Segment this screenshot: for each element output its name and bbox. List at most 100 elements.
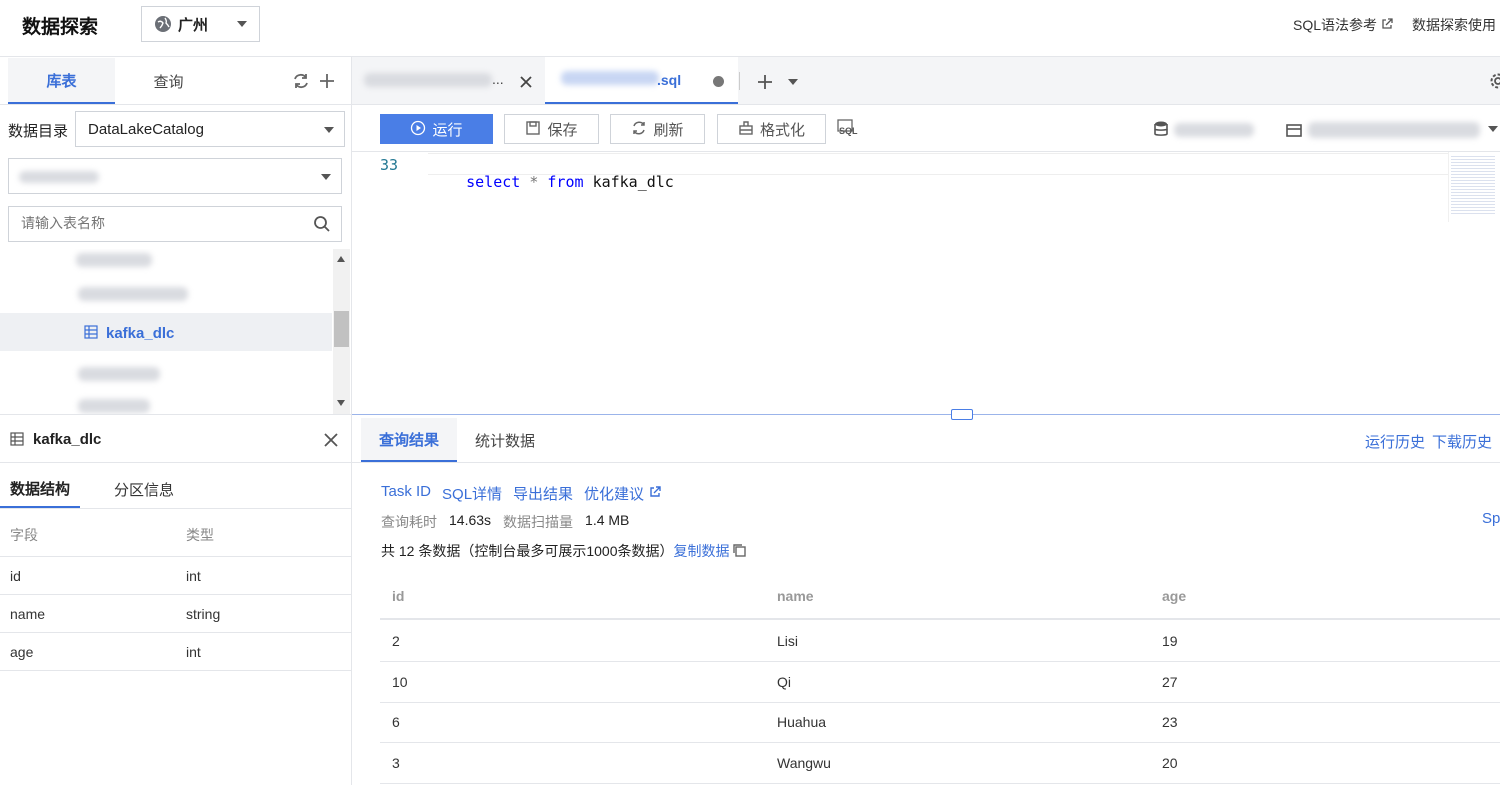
schema-row: id int (0, 557, 351, 595)
engine-name-redacted[interactable] (1308, 122, 1480, 138)
chevron-down-icon (237, 21, 247, 27)
tab-tables-label: 库表 (46, 72, 77, 90)
scroll-down-icon[interactable] (337, 400, 345, 406)
chevron-down-icon[interactable] (1488, 126, 1498, 132)
refresh-button[interactable]: 刷新 (610, 114, 705, 144)
summary-text: 共 12 条数据（控制台最多可展示1000条数据） (381, 543, 674, 559)
code-line: select * from kafka_dlc (430, 155, 674, 209)
tab-name-suffix: .sql (657, 72, 682, 88)
field-type: string (186, 606, 221, 622)
region-selector[interactable]: 广州 (141, 6, 260, 42)
sidebar-tabs-divider (0, 104, 351, 105)
schema-row-divider (0, 670, 351, 671)
table-header-row: id name age (380, 573, 1500, 620)
code-table-name: kafka_dlc (592, 173, 674, 191)
tab-partition[interactable]: 分区信息 (104, 470, 184, 508)
table-cell: 20 (1162, 755, 1178, 771)
table-cell: Wangwu (777, 755, 831, 771)
tab-separator (739, 72, 740, 90)
tab-results-label: 查询结果 (378, 431, 439, 449)
unsaved-dot-icon[interactable] (713, 76, 724, 87)
field-name: id (10, 568, 21, 584)
tree-panel-divider (0, 414, 351, 415)
scrollbar-thumb[interactable] (334, 311, 349, 347)
table-icon (10, 432, 24, 449)
copy-data-link[interactable]: 复制数据 (674, 541, 730, 561)
catalog-value: DataLakeCatalog (88, 120, 204, 138)
chevron-down-icon[interactable] (788, 79, 798, 85)
right-edge-link[interactable]: Sp (1482, 510, 1500, 527)
copy-icon[interactable] (732, 543, 746, 560)
optimize-suggestion-link[interactable]: 优化建议 (584, 483, 661, 504)
time-label: 查询耗时 (381, 514, 437, 530)
database-icon (1153, 120, 1169, 141)
table-search-input[interactable] (21, 215, 301, 231)
results-tabs-divider (352, 462, 1500, 463)
tab-name-suffix: ... (492, 71, 504, 87)
gear-icon[interactable] (1489, 72, 1500, 93)
code-editor[interactable]: 33 select * from kafka_dlc (352, 152, 1500, 414)
sql-icon-text: SQL (839, 126, 858, 136)
scroll-up-icon[interactable] (337, 256, 345, 262)
tab-partition-label: 分区信息 (113, 481, 174, 499)
tree-item-kafka-dlc[interactable]: kafka_dlc (0, 313, 332, 351)
code-minimap[interactable] (1448, 152, 1500, 222)
run-history-link[interactable]: 运行历史 (1365, 431, 1425, 452)
sql-reference-link[interactable]: SQL语法参考 (1293, 15, 1393, 35)
export-results-link[interactable]: 导出结果 (513, 483, 573, 504)
sql-detail-link[interactable]: SQL详情 (442, 483, 502, 504)
download-history-link[interactable]: 下载历史 (1432, 431, 1492, 452)
optimize-label: 优化建议 (584, 486, 645, 503)
resize-handle[interactable] (951, 409, 973, 420)
column-header: id (392, 588, 405, 604)
result-table: id name age 2 Lisi 19 10 Qi 27 6 Huahua … (380, 573, 1500, 785)
editor-tab-2[interactable]: .sql (545, 57, 738, 104)
database-name-redacted[interactable] (1174, 123, 1254, 137)
sql-icon[interactable]: SQL (837, 119, 858, 139)
tree-scrollbar[interactable] (333, 249, 350, 414)
tab-query-label: 查询 (153, 73, 184, 91)
add-icon[interactable] (318, 72, 336, 93)
run-button[interactable]: 运行 (380, 114, 493, 144)
tree-item-redacted[interactable] (78, 287, 188, 301)
chevron-down-icon (321, 174, 331, 180)
tab-query[interactable]: 查询 (115, 58, 222, 104)
tab-results[interactable]: 查询结果 (361, 418, 457, 462)
region-label: 广州 (178, 16, 209, 34)
tree-item-redacted[interactable] (78, 399, 150, 413)
field-type: int (186, 568, 201, 584)
table-panel-header-divider (0, 462, 351, 463)
save-button[interactable]: 保存 (504, 114, 599, 144)
column-header-type: 类型 (186, 527, 214, 543)
refresh-icon[interactable] (292, 72, 310, 93)
column-header-field: 字段 (10, 527, 38, 543)
table-cell: 6 (392, 714, 400, 730)
database-select[interactable] (8, 158, 342, 194)
format-button[interactable]: 格式化 (717, 114, 826, 144)
search-icon[interactable] (313, 215, 331, 236)
table-search-box[interactable] (8, 206, 342, 242)
refresh-label: 刷新 (653, 121, 684, 139)
time-value: 14.63s (449, 512, 492, 528)
task-id-link[interactable]: Task ID (381, 483, 431, 504)
tab-tables[interactable]: 库表 (8, 58, 115, 104)
close-icon[interactable] (520, 75, 532, 91)
refresh-icon (631, 120, 647, 139)
table-row: 6 Huahua 23 (380, 703, 1500, 743)
tree-item-redacted[interactable] (76, 253, 152, 267)
database-value-redacted (19, 171, 99, 183)
tab-schema[interactable]: 数据结构 (0, 470, 80, 508)
editor-tab-1[interactable]: ... (352, 57, 544, 104)
table-cell: Lisi (777, 633, 799, 649)
engine-icon (1286, 122, 1302, 141)
tab-stats[interactable]: 统计数据 (457, 418, 553, 462)
page-title: 数据探索 (22, 17, 99, 38)
usage-guide-link[interactable]: 数据探索使用 (1412, 15, 1496, 35)
new-tab-icon[interactable] (757, 74, 773, 93)
line-number: 33 (380, 156, 399, 174)
close-icon[interactable] (323, 432, 339, 451)
table-cell: 3 (392, 755, 400, 771)
catalog-select[interactable]: DataLakeCatalog (75, 111, 345, 147)
column-header: name (777, 588, 814, 604)
tree-item-redacted[interactable] (78, 367, 160, 381)
